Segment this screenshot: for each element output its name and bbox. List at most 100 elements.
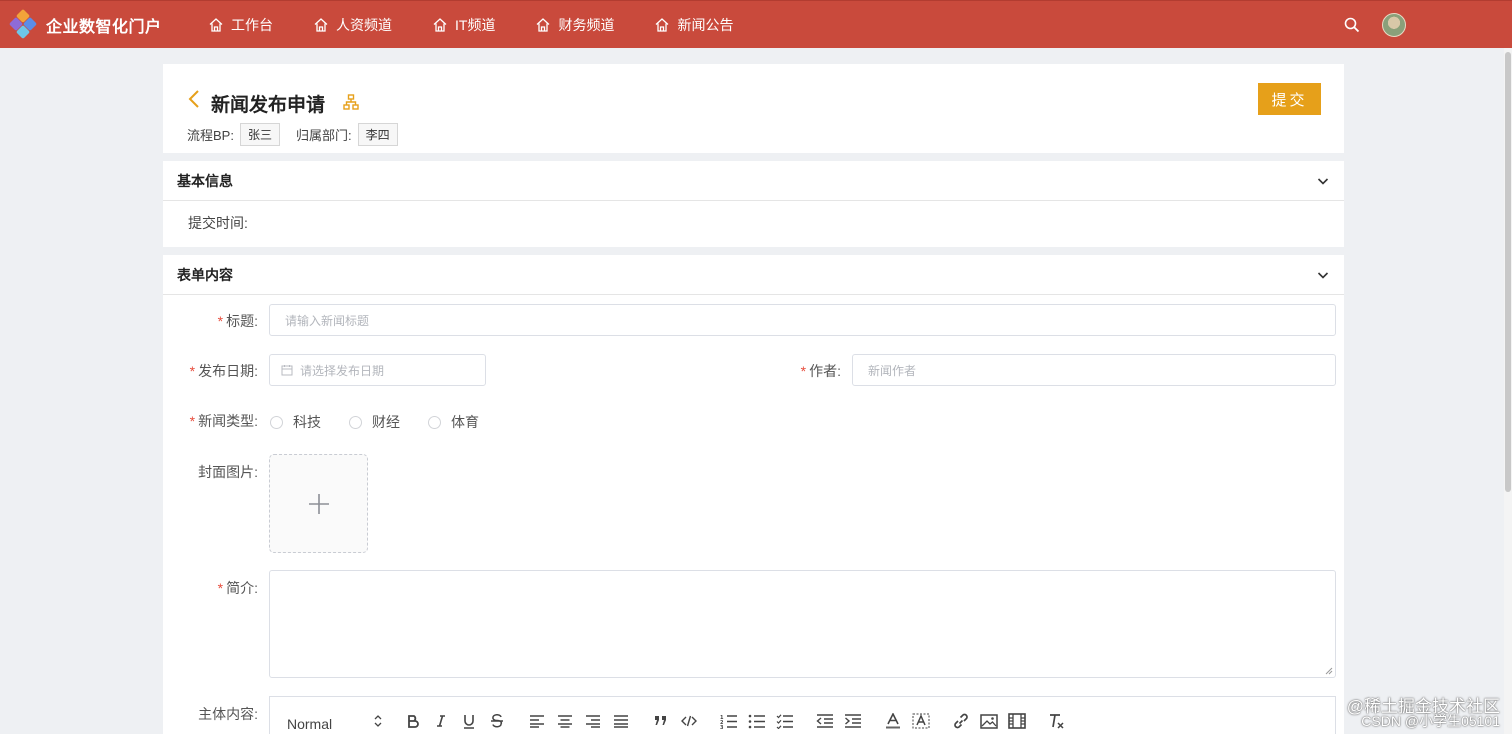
content-label: 主体内容: bbox=[163, 704, 258, 724]
page-scrollbar[interactable] bbox=[1504, 48, 1512, 734]
main-nav: 工作台 人资频道 IT频道 财务频道 新闻公告 bbox=[208, 15, 773, 35]
watermark-csdn: CSDN @小学生05101 bbox=[1361, 713, 1500, 729]
nav-item-it[interactable]: IT频道 bbox=[432, 15, 495, 35]
background-color-icon[interactable] bbox=[907, 709, 935, 733]
radio-label: 体育 bbox=[451, 414, 479, 430]
chevron-down-icon[interactable] bbox=[1316, 174, 1330, 188]
radio-sports[interactable]: 体育 bbox=[428, 412, 479, 432]
format-select-value: Normal bbox=[287, 716, 333, 732]
image-icon[interactable] bbox=[975, 709, 1003, 733]
scrollbar-thumb[interactable] bbox=[1505, 52, 1511, 492]
summary-label-text: 简介: bbox=[226, 580, 258, 596]
code-icon[interactable] bbox=[675, 709, 703, 733]
align-justify-icon[interactable] bbox=[607, 709, 635, 733]
nav-item-label: 人资频道 bbox=[336, 16, 392, 33]
link-icon[interactable] bbox=[947, 709, 975, 733]
resize-handle-icon[interactable] bbox=[1325, 667, 1333, 675]
summary-label: * 简介: bbox=[217, 580, 258, 596]
basic-info-section: 基本信息 提交时间: bbox=[163, 161, 1344, 247]
italic-icon[interactable] bbox=[427, 709, 455, 733]
submit-button[interactable]: 提交 bbox=[1258, 83, 1321, 115]
user-avatar[interactable] bbox=[1382, 13, 1406, 37]
home-icon bbox=[656, 17, 669, 32]
news-type-label-text: 新闻类型: bbox=[198, 413, 258, 429]
title-label: * 标题: bbox=[217, 313, 258, 329]
news-type-radio-group: 科技 财经 体育 bbox=[270, 412, 507, 432]
strikethrough-icon[interactable] bbox=[483, 709, 511, 733]
home-icon bbox=[209, 17, 223, 32]
title-input[interactable]: 请输入新闻标题 bbox=[269, 304, 1336, 336]
process-meta: 流程BP: 张三 归属部门: 李四 bbox=[187, 123, 414, 146]
nav-item-label: 新闻公告 bbox=[677, 16, 734, 33]
font-color-icon[interactable] bbox=[879, 709, 907, 733]
align-center-icon[interactable] bbox=[551, 709, 579, 733]
format-select[interactable]: Normal bbox=[287, 710, 383, 732]
nav-item-label: IT频道 bbox=[455, 16, 496, 33]
checklist-icon[interactable] bbox=[771, 709, 799, 733]
nav-item-finance[interactable]: 财务频道 bbox=[535, 15, 614, 35]
title-placeholder: 请输入新闻标题 bbox=[285, 313, 370, 328]
dept-label: 归属部门: bbox=[295, 128, 352, 143]
nav-item-label: 财务频道 bbox=[558, 16, 615, 33]
section-title: 表单内容 bbox=[177, 266, 233, 283]
home-icon bbox=[433, 17, 447, 32]
align-right-icon[interactable] bbox=[579, 709, 607, 733]
back-arrow-icon[interactable] bbox=[187, 89, 201, 109]
basic-info-header[interactable]: 基本信息 bbox=[163, 161, 1344, 201]
bullet-list-icon[interactable] bbox=[743, 709, 771, 733]
top-navigation-bar: 企业数智化门户 工作台 人资频道 IT频道 财务频道 新闻公告 bbox=[0, 0, 1512, 48]
calendar-icon bbox=[281, 365, 293, 376]
nav-item-workbench[interactable]: 工作台 bbox=[208, 15, 273, 35]
content-label-text: 主体内容: bbox=[198, 706, 258, 722]
radio-finance[interactable]: 财经 bbox=[349, 412, 400, 432]
rich-text-editor[interactable]: Normal 123 bbox=[269, 696, 1336, 734]
radio-label: 财经 bbox=[372, 414, 400, 430]
radio-circle[interactable] bbox=[270, 415, 283, 429]
svg-text:3: 3 bbox=[720, 725, 724, 729]
date-picker-input[interactable]: 请选择发布日期 bbox=[269, 354, 486, 386]
radio-circle[interactable] bbox=[428, 415, 441, 429]
chevron-down-icon[interactable] bbox=[1316, 268, 1330, 282]
flow-chart-icon[interactable] bbox=[343, 94, 359, 110]
brand[interactable]: 企业数智化门户 bbox=[8, 8, 198, 40]
blockquote-icon[interactable] bbox=[647, 709, 675, 733]
top-right-tools bbox=[1344, 1, 1406, 49]
clear-format-icon[interactable] bbox=[1043, 709, 1071, 733]
flow-bp-tag: 张三 bbox=[239, 123, 280, 146]
date-label: * 发布日期: bbox=[189, 363, 258, 379]
indent-icon[interactable] bbox=[839, 709, 867, 733]
select-arrows-icon bbox=[374, 715, 382, 727]
dept-tag: 李四 bbox=[357, 123, 398, 146]
radio-circle[interactable] bbox=[349, 415, 362, 429]
home-icon bbox=[314, 17, 328, 32]
cover-upload[interactable] bbox=[269, 454, 368, 553]
author-input[interactable]: 新闻作者 bbox=[852, 354, 1336, 386]
nav-item-label: 工作台 bbox=[231, 16, 273, 33]
page-header-card: 新闻发布申请 流程BP: 张三 归属部门: 李四 提交 bbox=[163, 64, 1344, 153]
nav-item-news[interactable]: 新闻公告 bbox=[654, 15, 733, 35]
align-left-icon[interactable] bbox=[523, 709, 551, 733]
submit-time-row: 提交时间: bbox=[163, 201, 1344, 233]
search-icon[interactable] bbox=[1344, 17, 1360, 33]
news-type-label: * 新闻类型: bbox=[189, 413, 258, 429]
page-title: 新闻发布申请 bbox=[211, 95, 326, 116]
ordered-list-icon[interactable]: 123 bbox=[715, 709, 743, 733]
date-placeholder: 请选择发布日期 bbox=[300, 363, 385, 378]
logo-icon bbox=[8, 8, 38, 40]
form-content-header[interactable]: 表单内容 bbox=[163, 255, 1344, 295]
author-label: * 作者: bbox=[800, 363, 841, 379]
author-label-text: 作者: bbox=[809, 363, 841, 379]
cover-label-text: 封面图片: bbox=[198, 464, 258, 480]
underline-icon[interactable] bbox=[455, 709, 483, 733]
author-placeholder: 新闻作者 bbox=[868, 363, 917, 378]
editor-toolbar: Normal 123 bbox=[287, 709, 1071, 733]
video-icon[interactable] bbox=[1003, 709, 1031, 733]
nav-item-hr[interactable]: 人资频道 bbox=[313, 15, 392, 35]
summary-textarea[interactable] bbox=[269, 570, 1336, 678]
home-icon bbox=[537, 17, 550, 32]
bold-icon[interactable] bbox=[399, 709, 427, 733]
radio-label: 科技 bbox=[293, 414, 321, 430]
radio-tech[interactable]: 科技 bbox=[270, 412, 321, 432]
outdent-icon[interactable] bbox=[811, 709, 839, 733]
plus-icon bbox=[308, 493, 329, 514]
